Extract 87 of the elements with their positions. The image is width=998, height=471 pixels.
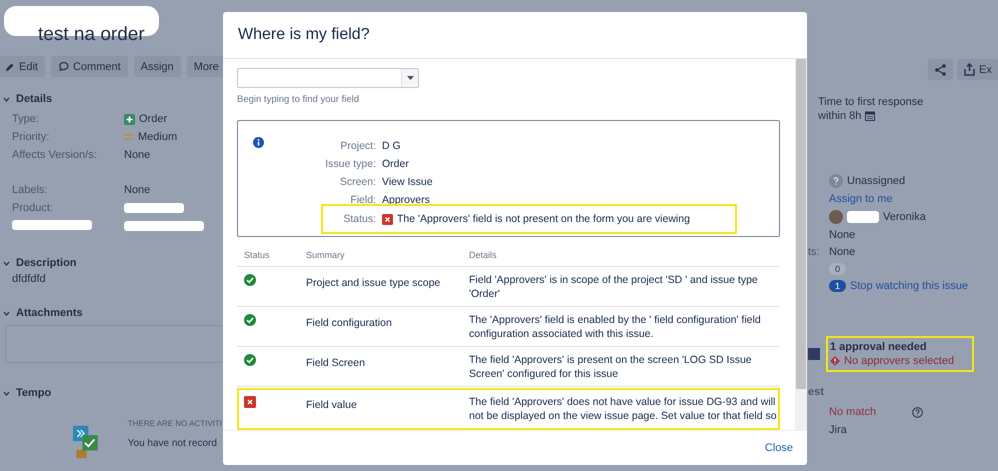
attachment-drop-area[interactable] bbox=[5, 325, 222, 363]
warning-text: No approvers selected bbox=[844, 355, 954, 367]
table-cell-text: Field configuration bbox=[306, 316, 393, 331]
info-value: D G bbox=[382, 140, 401, 152]
field-value: None bbox=[124, 184, 150, 196]
redaction-block bbox=[847, 211, 879, 223]
status-message: The 'Approvers' field is not present on the form you are viewing bbox=[397, 213, 690, 225]
plus-square-icon bbox=[124, 114, 135, 124]
section-heading: Attachments bbox=[16, 307, 83, 319]
field-value: None bbox=[124, 149, 150, 161]
issue-title: test na order bbox=[38, 24, 145, 46]
unknown-user-icon bbox=[829, 174, 843, 188]
table-cell-text: Field Screen bbox=[306, 356, 366, 371]
field-label: Labels: bbox=[12, 184, 48, 196]
share-button[interactable] bbox=[928, 59, 953, 80]
table-cell-text: Project and issue type scope bbox=[306, 276, 442, 291]
info-value: Order bbox=[382, 158, 409, 170]
action-button[interactable]: Assign bbox=[134, 56, 181, 77]
vote-count: 0 bbox=[829, 263, 846, 275]
watcher-count: 1 bbox=[829, 280, 846, 292]
upload-icon bbox=[964, 63, 975, 76]
caret-icon bbox=[406, 76, 414, 80]
field-value: None bbox=[829, 246, 856, 258]
field-search-combobox[interactable] bbox=[237, 68, 419, 88]
dropdown-button[interactable] bbox=[401, 69, 418, 87]
section-heading: est bbox=[808, 386, 825, 398]
help-icon bbox=[912, 406, 924, 418]
close-link[interactable]: Close bbox=[764, 442, 793, 454]
table-cell: The field 'Approvers' does not have value for issue DG-93 and will not be displayed on the view issue page. Set value tor that field so bbox=[469, 395, 778, 423]
assign-link[interactable]: Assign to me bbox=[829, 193, 893, 205]
field-value: Jira bbox=[828, 424, 848, 436]
field-value: Order bbox=[139, 113, 168, 125]
action-button[interactable]: Comment bbox=[50, 56, 128, 77]
export-button[interactable]: Ex bbox=[957, 59, 998, 80]
message-text: You have not record bbox=[128, 438, 218, 449]
field-label: ts: bbox=[808, 246, 821, 258]
table-cell-text: Field value bbox=[306, 398, 358, 413]
chevron-icon bbox=[3, 96, 10, 102]
action-button[interactable]: Edit bbox=[0, 56, 45, 77]
square-icon bbox=[808, 348, 820, 360]
field-label: Priority: bbox=[12, 131, 50, 143]
section-heading: Details bbox=[16, 93, 52, 105]
chevron-icon bbox=[3, 390, 10, 396]
column-header: Summary bbox=[306, 250, 346, 260]
hint-text: Begin typing to find your field bbox=[237, 94, 360, 105]
calendar-icon bbox=[865, 111, 876, 121]
info-label: Project: bbox=[339, 140, 376, 152]
info-icon bbox=[253, 137, 264, 148]
table-cell-text: Field 'Approvers' is in scope of the project 'SD ' and issue type 'Order' bbox=[469, 273, 759, 301]
field-value: None bbox=[829, 229, 856, 241]
section-heading: Description bbox=[16, 257, 77, 269]
error-icon bbox=[382, 214, 393, 224]
avatar bbox=[829, 210, 843, 224]
column-header: Status bbox=[243, 250, 271, 260]
scrollbar[interactable] bbox=[795, 59, 807, 430]
field-label: Product: bbox=[12, 202, 53, 214]
field-label: Affects Version/s: bbox=[12, 149, 97, 161]
field-label: Type: bbox=[12, 113, 39, 125]
share-icon bbox=[935, 64, 946, 76]
sla-value: within 8h bbox=[818, 110, 862, 122]
redaction-block bbox=[124, 203, 184, 213]
dialog-title: Where is my field? bbox=[238, 26, 370, 44]
info-label: Screen: bbox=[338, 176, 376, 188]
equals-icon bbox=[124, 134, 134, 140]
column-header: Details bbox=[469, 250, 497, 260]
stop-watching-link[interactable]: Stop watching this issue bbox=[850, 280, 968, 292]
assignee-name: Unassigned bbox=[847, 175, 906, 187]
warning-icon bbox=[830, 356, 840, 366]
info-label: Field: bbox=[349, 194, 376, 206]
sla-label: Time to first response bbox=[818, 96, 924, 108]
pencil-icon bbox=[5, 62, 15, 72]
section-heading: Tempo bbox=[16, 387, 52, 399]
chevron-icon bbox=[3, 310, 10, 316]
info-label: Issue type: bbox=[324, 158, 376, 170]
notice-text: THERE ARE NO ACTIVITI bbox=[128, 419, 222, 428]
reporter-name: Veronika bbox=[883, 211, 926, 223]
info-value: View Issue bbox=[382, 176, 433, 188]
approval-status: 1 approval needed bbox=[830, 341, 928, 353]
table-cell-text: The field 'Approvers' is present on the screen 'LOG SD Issue Screen' configured for this issue bbox=[469, 353, 753, 381]
chevron-icon bbox=[3, 260, 10, 266]
field-value: Medium bbox=[138, 131, 178, 143]
info-label: Status: bbox=[342, 213, 376, 225]
match-status: No match bbox=[829, 406, 876, 418]
info-value: Approvers bbox=[382, 194, 430, 206]
table-cell-text: The 'Approvers' field is enabled by the ' field configuration' field configuration associated with this issue. bbox=[469, 313, 762, 341]
description-text: dfdfdfd bbox=[11, 273, 47, 285]
speech-bubble-icon bbox=[58, 62, 69, 72]
